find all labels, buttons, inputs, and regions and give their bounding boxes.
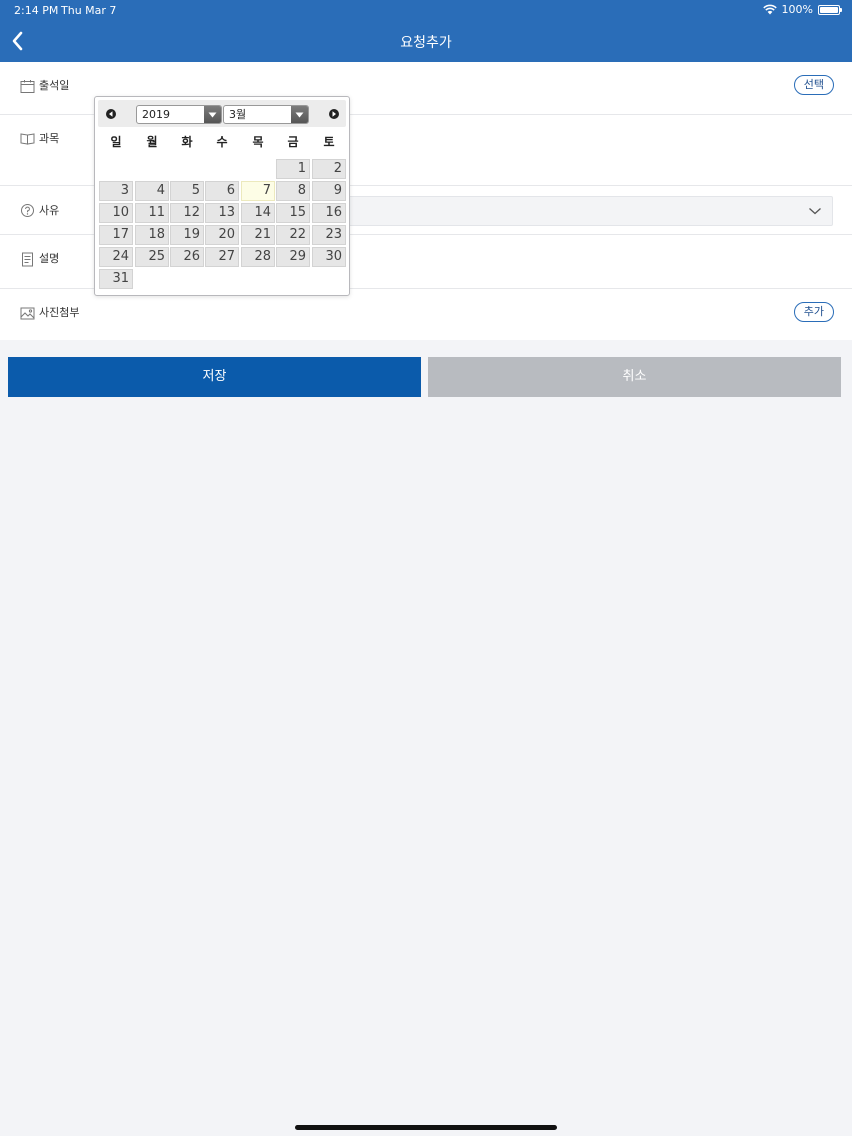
year-value: 2019 xyxy=(142,108,170,121)
weekday-label: 목 xyxy=(252,135,264,149)
year-select[interactable]: 2019 xyxy=(136,105,222,124)
calendar-day[interactable]: 10 xyxy=(99,203,133,223)
calendar-day[interactable]: 1 xyxy=(276,159,310,179)
photo-label: 사진첨부 xyxy=(39,306,80,319)
calendar-icon xyxy=(20,80,35,93)
calendar-day[interactable]: 19 xyxy=(170,225,204,245)
reason-select[interactable] xyxy=(330,196,833,226)
weekday-label: 일 xyxy=(110,135,122,149)
add-photo-button[interactable]: 추가 xyxy=(793,302,834,322)
select-date-button[interactable]: 선택 xyxy=(793,75,834,95)
battery-icon xyxy=(818,4,842,15)
calendar-day[interactable]: 6 xyxy=(205,181,239,201)
status-time: 2:14 PM xyxy=(14,4,59,17)
calendar-day[interactable]: 5 xyxy=(170,181,204,201)
battery-percent: 100% xyxy=(781,3,813,16)
calendar-day[interactable]: 8 xyxy=(276,181,310,201)
calendar-day[interactable]: 2 xyxy=(312,159,346,179)
calendar-day[interactable]: 28 xyxy=(241,247,275,267)
status-date: Thu Mar 7 xyxy=(61,4,117,17)
cancel-button[interactable]: 취소 xyxy=(428,357,841,397)
datepicker: 2019 3월 일 월 화 수 목 금 토 1 2 3 4 5 6 7 8 9 10 11 12 13 14 15 16 17… xyxy=(94,96,350,296)
calendar-day[interactable]: 7 xyxy=(241,181,275,201)
calendar-day[interactable]: 26 xyxy=(170,247,204,267)
calendar-day[interactable]: 11 xyxy=(135,203,169,223)
calendar-day[interactable]: 15 xyxy=(276,203,310,223)
calendar-day[interactable]: 3 xyxy=(99,181,133,201)
weekday-label: 화 xyxy=(181,135,193,149)
calendar-day[interactable]: 20 xyxy=(205,225,239,245)
attendance-date-label: 출석일 xyxy=(39,79,70,92)
calendar-day[interactable]: 22 xyxy=(276,225,310,245)
calendar-day[interactable]: 24 xyxy=(99,247,133,267)
calendar-day[interactable]: 23 xyxy=(312,225,346,245)
calendar-day[interactable]: 25 xyxy=(135,247,169,267)
month-select[interactable]: 3월 xyxy=(223,105,309,124)
calendar-day[interactable]: 18 xyxy=(135,225,169,245)
next-month-icon[interactable] xyxy=(329,109,339,119)
calendar-day[interactable]: 27 xyxy=(205,247,239,267)
save-button[interactable]: 저장 xyxy=(8,357,421,397)
chevron-down-icon xyxy=(809,208,821,215)
image-icon xyxy=(20,307,35,320)
photo-row: 사진첨부 추가 xyxy=(0,289,852,340)
page-title: 요청추가 xyxy=(400,35,452,51)
home-indicator xyxy=(295,1125,557,1130)
weekday-label: 수 xyxy=(216,135,228,149)
weekday-label: 금 xyxy=(287,135,299,149)
calendar-day[interactable]: 13 xyxy=(205,203,239,223)
nav-bar: 요청추가 xyxy=(0,20,852,62)
datepicker-header: 2019 3월 xyxy=(98,100,346,127)
caret-down-icon xyxy=(204,106,221,123)
prev-month-icon[interactable] xyxy=(106,109,116,119)
caret-down-icon xyxy=(291,106,308,123)
weekday-label: 토 xyxy=(323,135,335,149)
calendar-day[interactable]: 9 xyxy=(312,181,346,201)
document-icon xyxy=(22,252,33,267)
calendar-day[interactable]: 16 xyxy=(312,203,346,223)
calendar-day[interactable]: 4 xyxy=(135,181,169,201)
month-value: 3월 xyxy=(229,108,247,121)
calendar-day[interactable]: 21 xyxy=(241,225,275,245)
reason-label: 사유 xyxy=(39,204,60,217)
book-icon xyxy=(20,133,35,145)
weekday-label: 월 xyxy=(146,135,158,149)
description-label: 설명 xyxy=(39,252,60,265)
wifi-icon xyxy=(762,4,777,15)
calendar-day[interactable]: 14 xyxy=(241,203,275,223)
subject-label: 과목 xyxy=(39,132,60,145)
calendar-day[interactable]: 31 xyxy=(99,269,133,289)
calendar-day[interactable]: 29 xyxy=(276,247,310,267)
calendar-day[interactable]: 17 xyxy=(99,225,133,245)
status-right: 100% xyxy=(762,3,842,16)
question-circle-icon xyxy=(21,204,34,217)
calendar-day[interactable]: 30 xyxy=(312,247,346,267)
status-bar: 2:14 PM Thu Mar 7 100% xyxy=(0,0,852,20)
calendar-day[interactable]: 12 xyxy=(170,203,204,223)
